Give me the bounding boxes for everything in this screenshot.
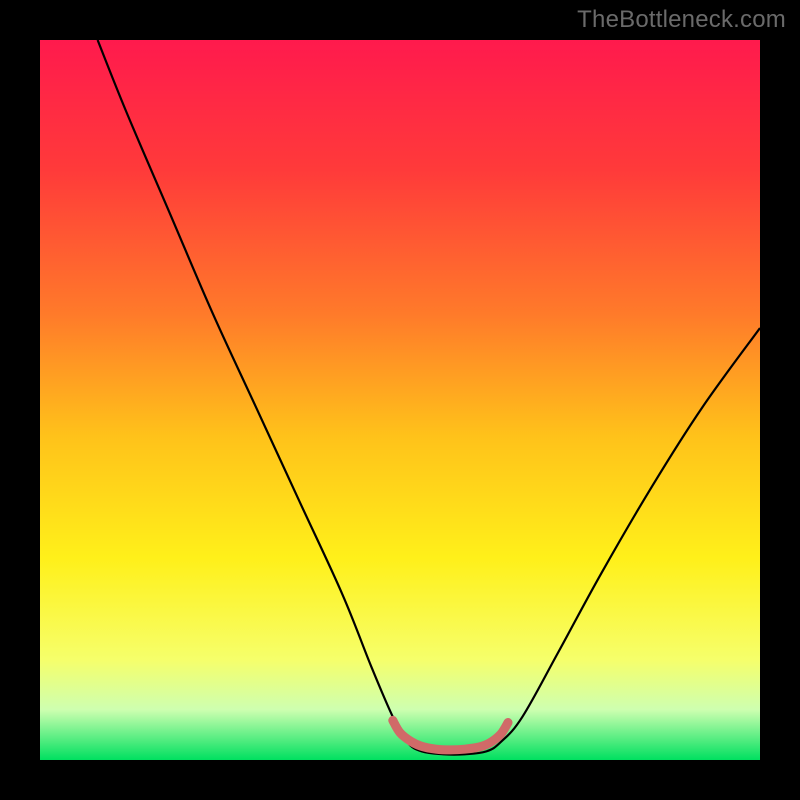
gradient-background xyxy=(40,40,760,760)
plot-area xyxy=(40,40,760,760)
chart-frame: TheBottleneck.com xyxy=(0,0,800,800)
chart-svg xyxy=(40,40,760,760)
watermark-text: TheBottleneck.com xyxy=(577,6,786,34)
